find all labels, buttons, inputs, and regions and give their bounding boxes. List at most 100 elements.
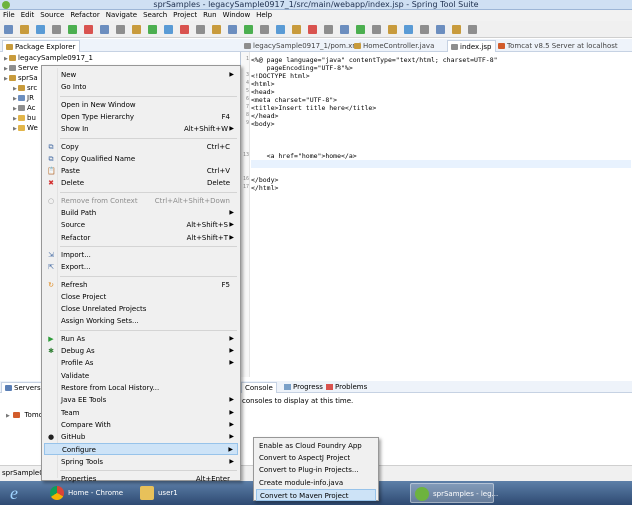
context-menu-item-close-project[interactable]: Close Project [44,291,238,303]
toolbar-tool-icon[interactable] [244,25,253,34]
context-menu-item-go-into[interactable]: Go Into [44,81,238,93]
context-menu-item-team[interactable]: Team ▶ [44,407,238,419]
submenu-item-convert-to-aspectj-project[interactable]: Convert to AspectJ Project [256,452,376,464]
tree-item[interactable]: ▶ legacySample0917_1 [4,54,93,63]
tab-progress[interactable]: Progress [281,382,326,393]
context-menu-item-restore-from-local-history[interactable]: Restore from Local History... [44,382,238,394]
toolbar-tool-icon[interactable] [100,25,109,34]
toolbar-tool-icon[interactable] [388,25,397,34]
internet-explorer-icon[interactable]: e [10,482,36,504]
context-menu-item-refresh[interactable]: ↻ Refresh F5 [44,279,238,291]
tab-servers[interactable]: Servers [1,382,45,393]
menu-navigate[interactable]: Navigate [103,10,140,21]
context-menu-item-build-path[interactable]: Build Path ▶ [44,207,238,219]
context-menu-item-java-ee-tools[interactable]: Java EE Tools ▶ [44,394,238,406]
submenu-item-enable-as-cloud-foundry-app[interactable]: Enable as Cloud Foundry App [256,440,376,452]
toolbar-tool-icon[interactable] [340,25,349,34]
server-item[interactable]: ▶ Tomc [6,411,43,420]
tree-item[interactable]: ▶ Serve [4,64,38,73]
taskbar-button-folder[interactable]: user1 [136,483,218,503]
submenu-item-convert-to-plug-in-projects[interactable]: Convert to Plug-in Projects... [256,464,376,476]
toolbar-tool-icon[interactable] [308,25,317,34]
toolbar-tool-icon[interactable] [292,25,301,34]
tab-problems[interactable]: Problems [323,382,370,393]
editor-tab-legacysample0917-1-pom-xml[interactable]: legacySample0917_1/pom.xml [241,40,365,52]
toolbar-tool-icon[interactable] [116,25,125,34]
code-editor[interactable]: 1 3 4 5 6 7 8 9 13 16 17 <%@ page language="java" … [241,52,632,377]
toolbar-tool-icon[interactable] [420,25,429,34]
context-menu-item-open-type-hierarchy[interactable]: Open Type Hierarchy F4 [44,111,238,123]
toolbar-tool-icon[interactable] [36,25,45,34]
tree-item[interactable]: ▶ Ac [13,104,36,113]
tree-item[interactable]: ▶ src [13,84,37,93]
tree-item[interactable]: ▶ JR [13,94,34,103]
context-menu-item-run-as[interactable]: ▶ Run As ▶ [44,333,238,345]
tree-item[interactable]: ▶ bu [13,114,36,123]
toolbar-tool-icon[interactable] [196,25,205,34]
context-menu-item-show-in[interactable]: Show In Alt+Shift+W ▶ [44,123,238,135]
toolbar-tool-icon[interactable] [4,25,13,34]
context-menu-item-properties[interactable]: Properties Alt+Enter [44,473,238,485]
taskbar-button-folder-label: user1 [158,489,178,497]
tab-console[interactable]: Console [241,382,277,393]
context-menu-item-validate[interactable]: Validate [44,370,238,382]
context-menu-item-open-in-new-window[interactable]: Open in New Window [44,99,238,111]
toolbar-tool-icon[interactable] [84,25,93,34]
menu-refactor[interactable]: Refactor [67,10,102,21]
context-menu-item-copy-qualified-name[interactable]: ⧉ Copy Qualified Name [44,153,238,165]
menu-run[interactable]: Run [200,10,219,21]
context-menu-item-paste[interactable]: 📋 Paste Ctrl+V [44,165,238,177]
menu-file[interactable]: File [0,10,18,21]
context-menu-item-import[interactable]: ⇲ Import... [44,249,238,261]
toolbar-tool-icon[interactable] [356,25,365,34]
toolbar-tool-icon[interactable] [228,25,237,34]
toolbar-tool-icon[interactable] [452,25,461,34]
toolbar-tool-icon[interactable] [132,25,141,34]
context-menu-item-refactor[interactable]: Refactor Alt+Shift+T ▶ [44,232,238,244]
menu-project[interactable]: Project [170,10,200,21]
toolbar-tool-icon[interactable] [164,25,173,34]
context-menu-item-source[interactable]: Source Alt+Shift+S ▶ [44,219,238,231]
toolbar-tool-icon[interactable] [436,25,445,34]
toolbar-tool-icon[interactable] [68,25,77,34]
submenu-item-create-module-info-java[interactable]: Create module-info.java [256,477,376,489]
submenu-item-convert-to-maven-project[interactable]: Convert to Maven Project [256,488,376,501]
taskbar-button-chrome[interactable]: Home - Chrome [46,483,128,503]
context-menu-item-export[interactable]: ⇱ Export... [44,261,238,273]
menu-edit[interactable]: Edit [18,10,38,21]
toolbar-tool-icon[interactable] [468,25,477,34]
tree-item[interactable]: ▶ We [13,124,38,133]
context-menu-item-copy[interactable]: ⧉ Copy Ctrl+C [44,141,238,153]
menu-source[interactable]: Source [37,10,67,21]
context-menu-item-profile-as[interactable]: Profile As ▶ [44,357,238,369]
editor-tab-tomcat-v8-5-server-at-localhost[interactable]: Tomcat v8.5 Server at localhost [495,40,622,52]
context-menu-item-new[interactable]: New ▶ [44,69,238,81]
menu-window[interactable]: Window [220,10,254,21]
toolbar-tool-icon[interactable] [52,25,61,34]
context-menu-item-spring-tools[interactable]: Spring Tools ▶ [44,456,238,468]
toolbar-tool-icon[interactable] [324,25,333,34]
menu-search[interactable]: Search [140,10,170,21]
toolbar-tool-icon[interactable] [212,25,221,34]
toolbar-tool-icon[interactable] [372,25,381,34]
context-menu-item-debug-as[interactable]: ✱ Debug As ▶ [44,345,238,357]
project-folder-icon [9,75,16,81]
toolbar-tool-icon[interactable] [276,25,285,34]
menu-help[interactable]: Help [253,10,275,21]
context-menu-item-assign-working-sets[interactable]: Assign Working Sets... [44,315,238,327]
toolbar-tool-icon[interactable] [148,25,157,34]
editor-tab-index-jsp[interactable]: index.jsp [447,40,497,52]
toolbar-tool-icon[interactable] [180,25,189,34]
taskbar-button-spring[interactable]: sprSamples - leg... [410,483,498,503]
editor-tab-homecontroller-java[interactable]: HomeController.java [351,40,438,52]
context-menu-item-github[interactable]: ● GitHub ▶ [44,431,238,443]
tab-package-explorer[interactable]: Package Explorer [2,40,81,52]
toolbar-tool-icon[interactable] [20,25,29,34]
tree-item[interactable]: ▶ sprSa [4,74,38,83]
toolbar-tool-icon[interactable] [404,25,413,34]
toolbar-tool-icon[interactable] [260,25,269,34]
context-menu-item-close-unrelated-projects[interactable]: Close Unrelated Projects [44,303,238,315]
context-menu-item-configure[interactable]: Configure ▶ [44,443,238,456]
context-menu-item-delete[interactable]: ✖ Delete Delete [44,177,238,189]
context-menu-item-compare-with[interactable]: Compare With ▶ [44,419,238,431]
